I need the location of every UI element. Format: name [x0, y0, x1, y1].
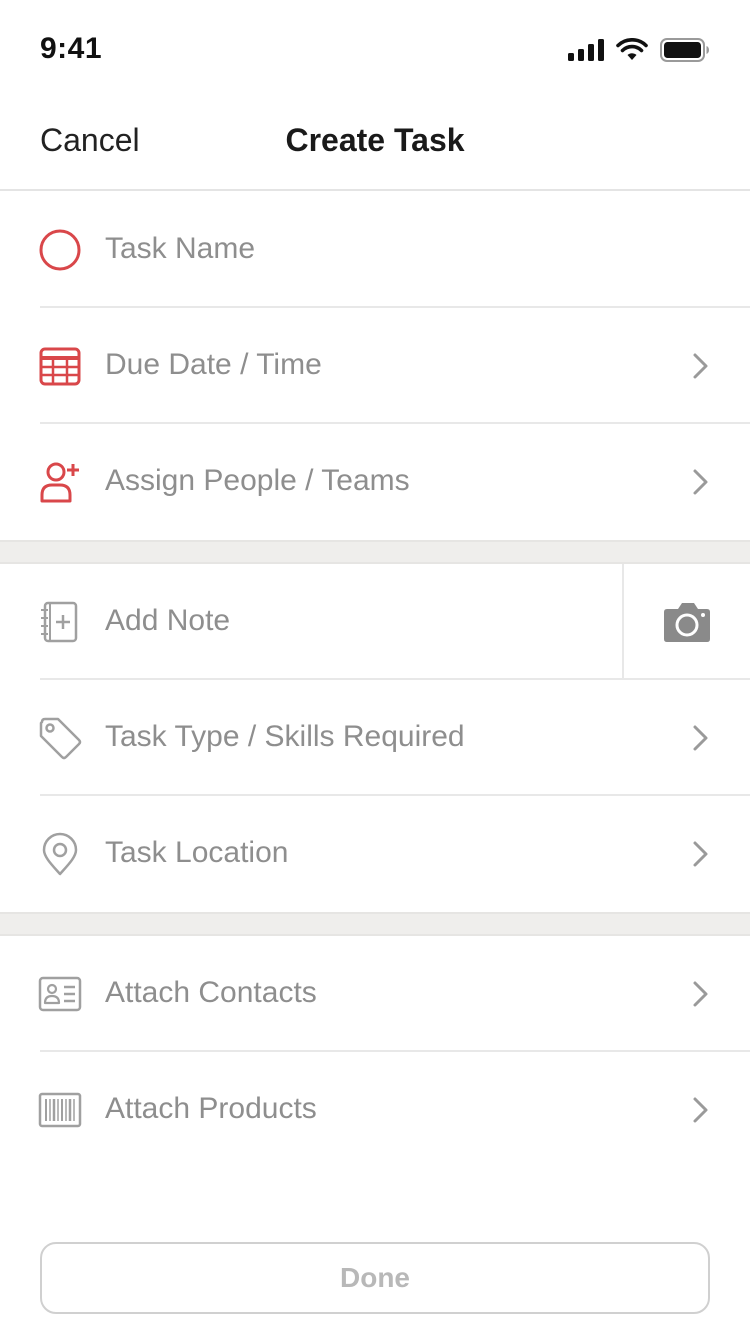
chevron-right-icon — [693, 981, 708, 1007]
chevron-right-icon — [693, 725, 708, 751]
contact-card-icon — [38, 976, 82, 1012]
due-date-row[interactable]: Due Date / Time — [0, 308, 750, 424]
navigation-bar: Cancel Create Task — [0, 100, 750, 191]
calendar-icon — [39, 347, 81, 386]
barcode-icon — [38, 1092, 82, 1128]
task-name-field[interactable]: Task Name — [0, 192, 750, 308]
cancel-button[interactable]: Cancel — [40, 122, 140, 159]
task-location-row[interactable]: Task Location — [0, 796, 750, 912]
chevron-right-icon — [693, 841, 708, 867]
due-date-label: Due Date / Time — [105, 348, 322, 381]
section-separator — [0, 540, 750, 564]
assign-people-row[interactable]: Assign People / Teams — [0, 424, 750, 540]
wifi-icon — [616, 38, 648, 60]
assign-people-label: Assign People / Teams — [105, 464, 410, 497]
task-type-label: Task Type / Skills Required — [105, 720, 465, 753]
attach-products-row[interactable]: Attach Products — [0, 1052, 750, 1168]
camera-icon — [664, 603, 710, 642]
add-note-row[interactable]: Add Note — [0, 564, 750, 680]
task-location-label: Task Location — [105, 836, 289, 869]
circle-icon — [39, 229, 81, 271]
add-person-icon — [40, 462, 79, 503]
chevron-right-icon — [693, 469, 708, 495]
tag-icon — [39, 717, 82, 760]
task-name-placeholder: Task Name — [105, 232, 256, 265]
section-separator — [0, 912, 750, 936]
attach-contacts-label: Attach Contacts — [105, 976, 317, 1009]
add-note-label: Add Note — [105, 604, 231, 637]
battery-icon — [660, 38, 709, 62]
note-add-icon — [41, 601, 78, 643]
attach-contacts-row[interactable]: Attach Contacts — [0, 936, 750, 1052]
status-icons — [568, 38, 710, 62]
done-button[interactable]: Done — [40, 1242, 710, 1314]
attach-products-label: Attach Products — [105, 1092, 317, 1125]
chevron-right-icon — [693, 353, 708, 379]
task-type-row[interactable]: Task Type / Skills Required — [0, 680, 750, 796]
location-pin-icon — [42, 832, 78, 876]
camera-button[interactable] — [622, 564, 750, 680]
cellular-signal-icon — [568, 39, 604, 61]
status-time: 9:41 — [40, 32, 103, 65]
chevron-right-icon — [693, 1097, 708, 1123]
status-bar: 9:41 — [0, 0, 750, 100]
